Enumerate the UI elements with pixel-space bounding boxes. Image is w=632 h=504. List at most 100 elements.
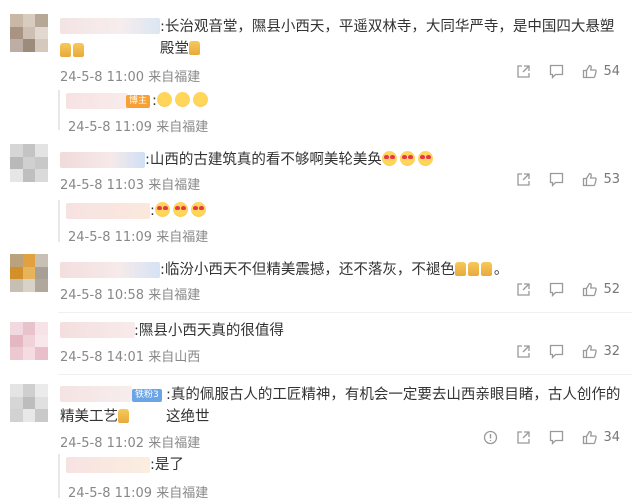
comment-timestamp: 24-5-8 11:02 来自福建 (60, 436, 201, 451)
blogger-badge: 博主 (126, 95, 151, 108)
comment-timestamp: 24-5-8 11:00 来自福建 (60, 70, 201, 85)
share-icon (517, 173, 531, 186)
username[interactable] (60, 322, 135, 338)
reply-timestamp: 24-5-8 11:09 来自福建 (68, 230, 209, 245)
share-icon (517, 345, 531, 358)
like-count: 34 (603, 430, 620, 445)
comment-icon (550, 64, 564, 79)
comment-actions: 32 (498, 344, 620, 359)
comment-text-continued (60, 40, 86, 62)
comment-icon (550, 282, 564, 297)
reply-timestamp: 24-5-8 11:09 来自福建 (68, 120, 209, 135)
share-button[interactable] (516, 430, 531, 445)
thumbs-up-emoji (60, 43, 71, 57)
comment-timestamp: 24-5-8 10:58 来自福建 (60, 288, 201, 303)
thumbs-up-icon (583, 430, 598, 445)
reply-item: : 24-5-8 11:09 来自福建 (58, 200, 360, 245)
comment-button[interactable] (549, 430, 564, 445)
like-count: 53 (603, 172, 620, 187)
heart-emoji (172, 202, 188, 217)
thumbs-up-icon (583, 172, 598, 187)
heart-emoji (190, 202, 206, 217)
avatar[interactable] (10, 322, 48, 360)
heart-eyes-emoji (399, 151, 415, 166)
reply-timestamp: 24-5-8 11:09 来自福建 (68, 486, 209, 501)
comment-button[interactable] (549, 344, 564, 359)
share-icon (517, 283, 531, 296)
avatar[interactable] (10, 384, 48, 422)
comment-actions: 34 (465, 430, 620, 445)
thumbs-up-icon (583, 282, 598, 297)
share-button[interactable] (516, 344, 531, 359)
thumbs-up-icon (583, 64, 598, 79)
thumbs-up-emoji (467, 262, 479, 276)
reply-item: 博主 : 24-5-8 11:09 来自福建 (58, 90, 360, 135)
share-icon (517, 65, 531, 78)
report-icon (484, 430, 498, 445)
laugh-emoji (192, 92, 208, 107)
like-button[interactable]: 34 (582, 430, 620, 445)
comment-text-content: :山西的古建筑真的看不够啊美轮美奂 (145, 152, 382, 168)
share-button[interactable] (516, 64, 531, 79)
comment-button[interactable] (549, 282, 564, 297)
like-count: 54 (603, 64, 620, 79)
avatar[interactable] (10, 144, 48, 182)
thumbs-up-emoji (480, 262, 492, 276)
like-button[interactable]: 53 (582, 172, 620, 187)
comment-button[interactable] (549, 64, 564, 79)
share-button[interactable] (516, 282, 531, 297)
comment-icon (550, 430, 564, 445)
comment-timestamp: 24-5-8 11:03 来自福建 (60, 178, 201, 193)
comment-actions: 54 (498, 64, 620, 79)
comment-button[interactable] (549, 172, 564, 187)
like-count: 52 (603, 282, 620, 297)
username[interactable] (60, 386, 132, 402)
username[interactable] (60, 262, 160, 278)
divider (58, 312, 632, 313)
comment-actions: 53 (498, 172, 620, 187)
reply-username[interactable] (66, 93, 128, 109)
comment-text-content: :临汾小西天不但精美震撼，还不落灰，不褪色 (160, 262, 455, 278)
comment-icon (550, 344, 564, 359)
reply-username[interactable] (66, 203, 150, 219)
reply-text: :是了 (150, 457, 184, 473)
reply-text: : (150, 200, 209, 222)
like-button[interactable]: 32 (582, 344, 620, 359)
reply-text: : (152, 90, 211, 112)
like-count: 32 (603, 344, 620, 359)
like-button[interactable]: 54 (582, 64, 620, 79)
thumbs-up-icon (583, 344, 598, 359)
fan-badge: 铁粉3 (132, 389, 162, 402)
comment-timestamp: 24-5-8 14:01 来自山西 (60, 350, 201, 365)
thumbs-up-emoji (189, 41, 200, 55)
share-button[interactable] (516, 172, 531, 187)
username[interactable] (60, 152, 145, 168)
report-button[interactable] (483, 430, 498, 445)
divider (58, 374, 632, 375)
comment-text-content-2: 精美工艺 (60, 409, 118, 425)
comment-text: :真的佩服古人的工匠精神，有机会一定要去山西亲眼目睹，古人创作的这绝世 (166, 387, 621, 425)
heart-emoji (154, 202, 170, 217)
reply-item: :是了 24-5-8 11:09 来自福建 (58, 454, 360, 501)
reply-username[interactable] (66, 457, 150, 473)
comment-text: :长治观音堂，隰县小西天，平遥双林寺，大同华严寺，是中国四大悬塑殿堂 (160, 16, 620, 60)
thumbs-up-emoji (73, 43, 84, 57)
comment-text: :隰县小西天真的很值得 (134, 323, 284, 339)
comment-text: :临汾小西天不但精美震撼，还不落灰，不褪色。 (160, 262, 509, 278)
like-button[interactable]: 52 (582, 282, 620, 297)
heart-eyes-emoji (381, 151, 397, 166)
comment-icon (550, 172, 564, 187)
laugh-emoji (174, 92, 190, 107)
comment-actions: 52 (498, 282, 620, 297)
comment-text: :山西的古建筑真的看不够啊美轮美奂 (145, 149, 615, 171)
avatar[interactable] (10, 254, 48, 292)
thumbs-up-emoji (454, 262, 466, 276)
heart-eyes-emoji (417, 151, 433, 166)
username[interactable] (60, 18, 160, 34)
thumbs-up-emoji (118, 409, 129, 423)
comment-text-continued: 精美工艺 (60, 406, 131, 428)
share-icon (517, 431, 531, 444)
laugh-emoji (156, 92, 172, 107)
comment-text-content: :长治观音堂，隰县小西天，平遥双林寺，大同华严寺，是中国四大悬塑殿堂 (160, 19, 615, 57)
avatar[interactable] (10, 14, 48, 52)
